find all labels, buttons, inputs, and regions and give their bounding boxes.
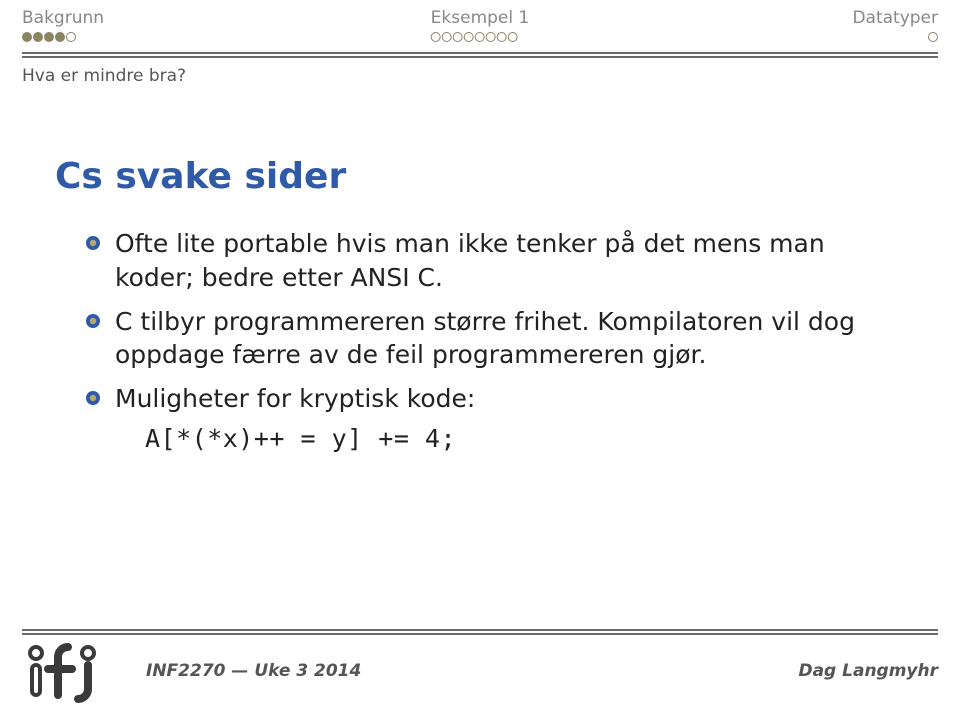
dot-icon <box>453 32 463 42</box>
dot-icon <box>475 32 485 42</box>
frame-subtitle: Hva er mindre bra? <box>0 58 960 86</box>
bullet-list: Ofte lite portable hvis man ikke tenker … <box>55 227 905 456</box>
ifi-logo-icon <box>22 639 118 703</box>
bullet-icon <box>85 390 101 406</box>
bullet-icon <box>85 235 101 251</box>
footer-course: INF2270 — Uke 3 2014 <box>118 661 798 681</box>
dot-icon <box>44 32 54 42</box>
nav-label: Bakgrunn <box>22 8 104 28</box>
bullet-icon <box>85 313 101 329</box>
slide-heading: Cs svake sider <box>55 156 905 197</box>
dot-icon <box>464 32 474 42</box>
dot-icon <box>55 32 65 42</box>
dot-icon <box>22 32 32 42</box>
nav-section-bakgrunn[interactable]: Bakgrunn <box>22 8 104 42</box>
progress-dots <box>928 32 938 42</box>
dot-icon <box>66 32 76 42</box>
list-item: C tilbyr programmereren større frihet. K… <box>85 305 905 373</box>
footer-author: Dag Langmyhr <box>798 661 938 681</box>
bullet-text: C tilbyr programmereren større frihet. K… <box>115 307 855 370</box>
bullet-text: Ofte lite portable hvis man ikke tenker … <box>115 229 825 292</box>
dot-icon <box>928 32 938 42</box>
bullet-text: Muligheter for kryptisk kode: <box>115 384 475 413</box>
nav-label: Eksempel 1 <box>431 8 530 28</box>
dot-icon <box>497 32 507 42</box>
list-item: Muligheter for kryptisk kode: A[*(*x)++ … <box>85 382 905 456</box>
slide-body: Cs svake sider Ofte lite portable hvis m… <box>0 86 960 719</box>
progress-dots <box>22 32 104 42</box>
nav-section-datatyper[interactable]: Datatyper <box>852 8 938 42</box>
dot-icon <box>442 32 452 42</box>
code-snippet: A[*(*x)++ = y] += 4; <box>145 422 905 456</box>
nav-section-eksempel[interactable]: Eksempel 1 <box>431 8 530 42</box>
list-item: Ofte lite portable hvis man ikke tenker … <box>85 227 905 295</box>
footer: INF2270 — Uke 3 2014 Dag Langmyhr <box>0 629 960 719</box>
slide: Bakgrunn Eksempel 1 Dat <box>0 0 960 719</box>
dot-icon <box>508 32 518 42</box>
dot-icon <box>431 32 441 42</box>
top-nav: Bakgrunn Eksempel 1 Dat <box>0 0 960 42</box>
nav-label: Datatyper <box>852 8 938 28</box>
dot-icon <box>486 32 496 42</box>
progress-dots <box>431 32 530 42</box>
dot-icon <box>33 32 43 42</box>
